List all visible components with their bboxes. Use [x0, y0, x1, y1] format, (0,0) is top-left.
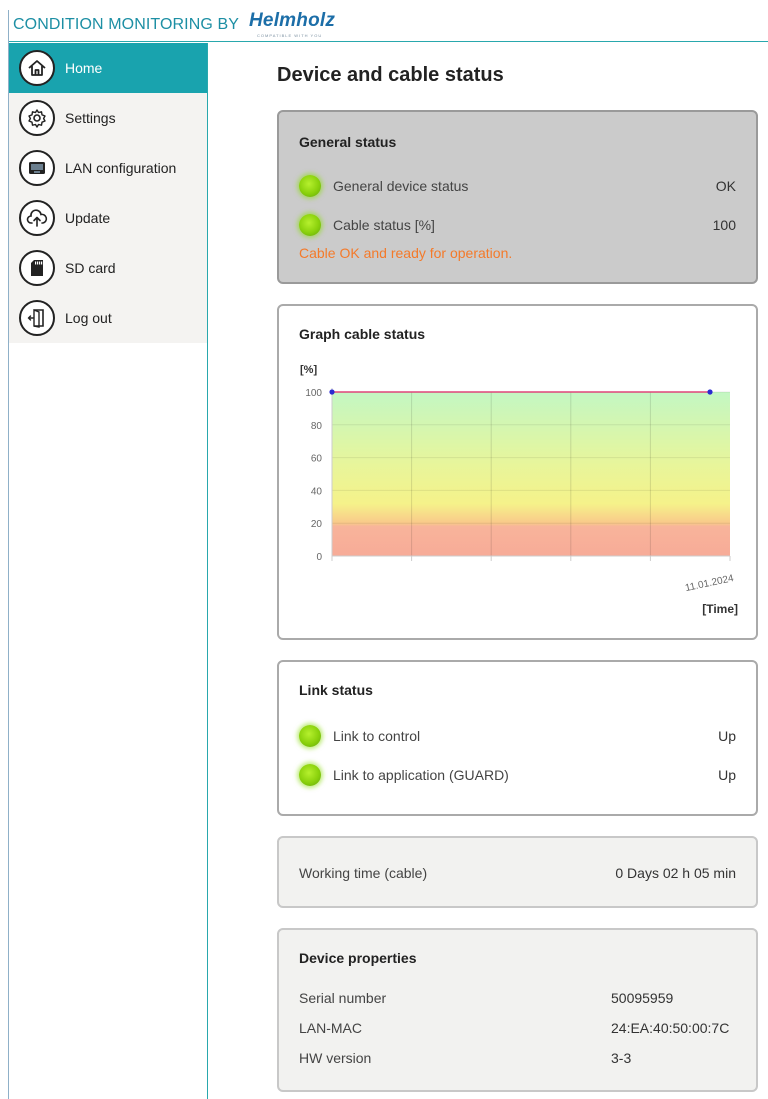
sidebar-item-log-out[interactable]: Log out	[9, 293, 207, 343]
sidebar-item-home[interactable]: Home	[9, 43, 207, 93]
working-time-card: Working time (cable) 0 Days 02 h 05 min	[277, 836, 758, 908]
gear-icon	[19, 100, 55, 136]
property-value: 50095959	[611, 990, 674, 1006]
y-axis-label: [%]	[300, 364, 317, 376]
link-row: Link to control Up	[299, 724, 736, 748]
link-row: Link to application (GUARD) Up	[299, 763, 736, 787]
status-led-icon	[299, 764, 321, 786]
general-status-card: General status General device status OK …	[277, 110, 758, 284]
sidebar-item-label: Log out	[65, 310, 112, 326]
status-message: Cable OK and ready for operation.	[299, 245, 513, 261]
x-axis-label: [Time]	[702, 602, 738, 616]
y-tick-label: 80	[311, 421, 323, 432]
cable-status-chart: 0 20 40 60 80 100 [%] [Time] 11.01.2024	[300, 364, 738, 616]
sidebar-nav: Home Settings LAN configuration Update S…	[9, 43, 207, 343]
sidebar-item-sd-card[interactable]: SD card	[9, 243, 207, 293]
sidebar-item-settings[interactable]: Settings	[9, 93, 207, 143]
property-value: 24:EA:40:50:00:7C	[611, 1020, 730, 1036]
brand-logo: Helmholz COMPATIBLE WITH YOU	[249, 10, 336, 38]
sidebar-item-lan-configuration[interactable]: LAN configuration	[9, 143, 207, 193]
link-label: Link to control	[333, 728, 421, 744]
y-tick-label: 60	[311, 454, 323, 465]
sidebar-item-label: Home	[65, 60, 103, 76]
status-led-icon	[299, 175, 321, 197]
data-point	[329, 389, 335, 395]
network-icon	[19, 150, 55, 186]
property-row: LAN-MAC 24:EA:40:50:00:7C	[299, 1020, 736, 1040]
sidebar: Home Settings LAN configuration Update S…	[9, 43, 208, 1099]
sidebar-item-label: Settings	[65, 110, 116, 126]
status-label: Cable status [%]	[333, 217, 435, 233]
property-label: LAN-MAC	[299, 1020, 363, 1036]
property-label: HW version	[299, 1050, 372, 1066]
cloud-upload-icon	[19, 200, 55, 236]
home-icon	[19, 50, 55, 86]
status-row: General device status OK	[299, 174, 736, 198]
header-title: CONDITION MONITORING BY	[13, 16, 240, 33]
status-value: OK	[715, 178, 736, 194]
property-label: Serial number	[299, 990, 387, 1006]
working-time-value: 0 Days 02 h 05 min	[615, 865, 736, 881]
page-title: Device and cable status	[277, 64, 504, 86]
link-value: Up	[718, 767, 736, 783]
brand-name: Helmholz	[249, 10, 336, 31]
logout-door-icon	[19, 300, 55, 336]
status-led-icon	[299, 214, 321, 236]
card-title: Link status	[299, 682, 373, 698]
property-value: 3-3	[611, 1050, 632, 1066]
sd-card-icon	[19, 250, 55, 286]
link-status-card: Link status Link to control Up Link to a…	[277, 660, 758, 816]
card-title: Device properties	[299, 950, 417, 966]
link-label: Link to application (GUARD)	[333, 767, 509, 783]
sidebar-item-label: LAN configuration	[65, 160, 177, 176]
status-led-icon	[299, 725, 321, 747]
status-row: Cable status [%] 100	[299, 213, 736, 237]
property-row: Serial number 50095959	[299, 990, 736, 1010]
device-properties-card: Device properties Serial number 50095959…	[277, 928, 758, 1092]
working-time-label: Working time (cable)	[299, 865, 428, 881]
x-tick-label: 11.01.2024	[684, 573, 735, 594]
data-point	[707, 389, 713, 395]
sidebar-item-label: SD card	[65, 260, 116, 276]
y-tick-label: 20	[311, 519, 323, 530]
brand-tagline: COMPATIBLE WITH YOU	[257, 33, 323, 38]
y-tick-label: 40	[311, 486, 323, 497]
app-header: CONDITION MONITORING BY Helmholz COMPATI…	[9, 8, 768, 42]
graph-cable-status-card: Graph cable status 0 20 40 60 80 100 [%] [Time]…	[277, 304, 758, 640]
link-value: Up	[718, 728, 736, 744]
sidebar-item-update[interactable]: Update	[9, 193, 207, 243]
card-title: General status	[299, 134, 397, 150]
status-label: General device status	[333, 178, 469, 194]
working-time-row: Working time (cable) 0 Days 02 h 05 min	[299, 861, 736, 885]
property-row: HW version 3-3	[299, 1050, 736, 1070]
y-tick-label: 100	[305, 388, 322, 399]
y-tick-label: 0	[316, 552, 322, 563]
status-value: 100	[712, 217, 736, 233]
chart-zone-background	[332, 392, 730, 556]
sidebar-item-label: Update	[65, 210, 111, 226]
